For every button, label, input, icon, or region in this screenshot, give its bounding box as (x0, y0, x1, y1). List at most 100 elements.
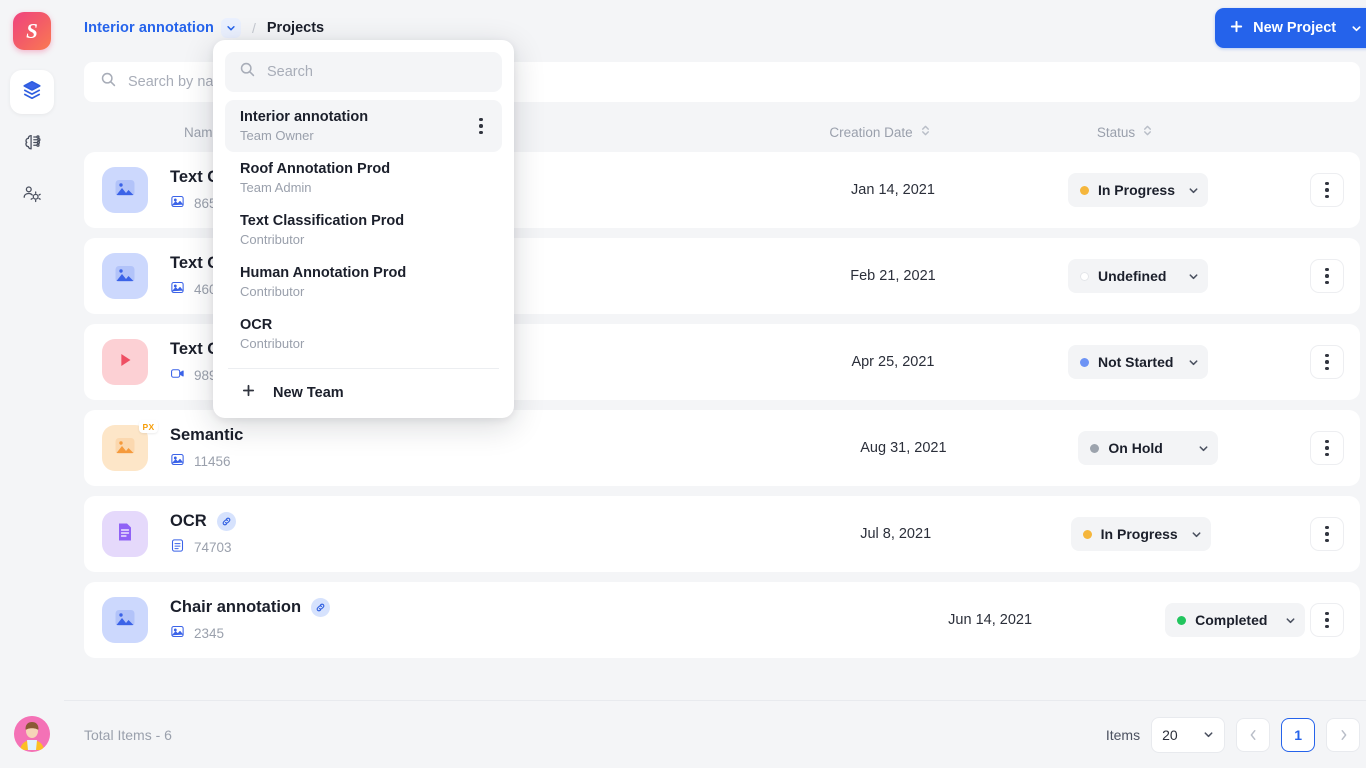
project-title[interactable]: Chair annotation (170, 598, 331, 617)
chevron-down-icon[interactable] (1198, 443, 1209, 454)
project-info: Semantic 11456 (170, 426, 243, 470)
status-dot (1090, 443, 1100, 453)
chevron-down-icon (1203, 727, 1214, 743)
pagination: Items 20 1 (1106, 716, 1361, 753)
row-actions-button[interactable] (1310, 517, 1345, 551)
page-title: Projects (266, 20, 325, 36)
project-thumbnail (102, 511, 148, 557)
team-list-item[interactable]: Human Annotation Prod Contributor (225, 256, 502, 308)
sidebar-item-projects[interactable] (10, 70, 54, 114)
team-list-item[interactable]: Text Classification Prod Contributor (225, 204, 502, 256)
chevron-down-icon[interactable] (1188, 185, 1199, 196)
brain-icon (21, 131, 43, 158)
sort-icon[interactable] (920, 124, 931, 140)
team-item-text: Human Annotation Prod Contributor (240, 265, 406, 299)
project-title[interactable]: OCR (170, 512, 236, 531)
project-thumbnail (102, 597, 148, 643)
chevron-left-icon (1250, 729, 1256, 740)
status-dot (1079, 185, 1089, 195)
table-row[interactable]: OCR 74703 Jul 8, 2021 In Progress (84, 496, 1361, 572)
project-item-count: 2345 (170, 624, 330, 642)
chevron-down-icon[interactable] (1188, 271, 1199, 282)
status-badge[interactable]: In Progress (1070, 517, 1211, 551)
team-list-item[interactable]: Interior annotation Team Owner (225, 100, 502, 152)
chevron-down-icon[interactable] (1191, 529, 1202, 540)
column-header-creation-date[interactable]: Creation Date (710, 124, 1050, 140)
team-item-role: Contributor (240, 336, 305, 351)
image-icon (170, 624, 185, 642)
status-label: Completed (1195, 612, 1268, 628)
image-icon (113, 262, 137, 291)
breadcrumb-team[interactable]: Interior annotation (84, 20, 214, 36)
new-project-label: New Project (1253, 20, 1337, 36)
status-badge[interactable]: On Hold (1078, 431, 1219, 465)
team-search-input[interactable] (267, 64, 488, 80)
sidebar-item-models[interactable] (10, 122, 54, 166)
image-icon (113, 434, 137, 463)
plus-icon (241, 383, 256, 402)
search-icon (100, 71, 117, 93)
project-status-cell: Undefined (1063, 259, 1213, 293)
new-project-button[interactable]: New Project (1215, 8, 1366, 48)
status-dot (1177, 615, 1187, 625)
row-actions-button[interactable] (1310, 345, 1345, 379)
project-status-cell: On Hold (1073, 431, 1223, 465)
status-label: In Progress (1097, 182, 1175, 198)
status-dot (1082, 529, 1092, 539)
team-actions-button[interactable] (470, 117, 492, 135)
row-actions-button[interactable] (1310, 259, 1345, 293)
column-header-status[interactable]: Status (1050, 124, 1200, 140)
image-icon (170, 452, 185, 470)
sidebar-item-team[interactable] (10, 174, 54, 218)
status-badge[interactable]: Not Started (1067, 345, 1208, 379)
chevron-down-icon[interactable] (1188, 357, 1199, 368)
project-title[interactable]: Semantic (170, 426, 243, 445)
team-item-name: Human Annotation Prod (240, 265, 407, 281)
avatar-illustration (14, 716, 50, 752)
status-label: On Hold (1108, 440, 1163, 456)
project-creation-date: Jul 8, 2021 (860, 526, 932, 542)
table-row[interactable]: Chair annotation 2345 Jun 14, 2021 Complete… (84, 582, 1361, 658)
status-label: Not Started (1097, 354, 1174, 370)
app-logo[interactable]: S (13, 12, 51, 50)
team-item-name: Roof Annotation Prod (240, 161, 391, 177)
project-status-cell: Completed (1160, 603, 1310, 637)
team-item-role: Team Admin (240, 180, 312, 195)
team-switcher-dropdown: Interior annotation Team Owner Roof Annota… (213, 40, 514, 418)
page-button-1[interactable]: 1 (1281, 717, 1316, 752)
chevron-down-icon[interactable] (1285, 615, 1296, 626)
new-team-button[interactable]: New Team (225, 369, 502, 418)
project-status-cell: Not Started (1063, 345, 1213, 379)
prev-page-button[interactable] (1236, 717, 1271, 752)
table-row[interactable]: PX Semantic 11456 Aug 31, 2021 On Hold (84, 410, 1361, 486)
user-avatar[interactable] (14, 716, 50, 752)
breadcrumb-separator: / (251, 20, 256, 36)
project-status-cell: In Progress (1063, 173, 1213, 207)
team-list-item[interactable]: OCR Contributor (225, 308, 502, 360)
project-thumbnail: PX (102, 420, 158, 471)
search-icon (239, 61, 256, 83)
row-actions-button[interactable] (1310, 431, 1345, 465)
team-list-item[interactable]: Roof Annotation Prod Team Admin (225, 152, 502, 204)
status-badge[interactable]: Undefined (1067, 259, 1208, 293)
link-icon[interactable] (311, 598, 331, 617)
document-icon (113, 520, 137, 549)
new-project-chevron-down-icon[interactable] (1351, 23, 1362, 34)
project-item-count: 11456 (170, 452, 243, 470)
row-actions-button[interactable] (1310, 603, 1345, 637)
status-badge[interactable]: Completed (1165, 603, 1306, 637)
link-icon[interactable] (216, 512, 236, 531)
column-header-status-label: Status (1096, 124, 1136, 140)
project-item-count-value: 74703 (194, 539, 232, 555)
team-item-name: Interior annotation (240, 109, 369, 125)
status-badge[interactable]: In Progress (1067, 173, 1208, 207)
logo-letter: S (26, 18, 38, 43)
chevron-right-icon (1341, 729, 1346, 740)
team-search-bar[interactable] (225, 52, 502, 92)
next-page-button[interactable] (1326, 717, 1361, 752)
row-actions-button[interactable] (1310, 173, 1345, 207)
page-size-select[interactable]: 20 (1151, 716, 1226, 753)
team-item-text: OCR Contributor (240, 317, 304, 351)
team-switcher-chevron-down-icon[interactable] (220, 18, 241, 38)
sort-icon[interactable] (1142, 124, 1153, 140)
